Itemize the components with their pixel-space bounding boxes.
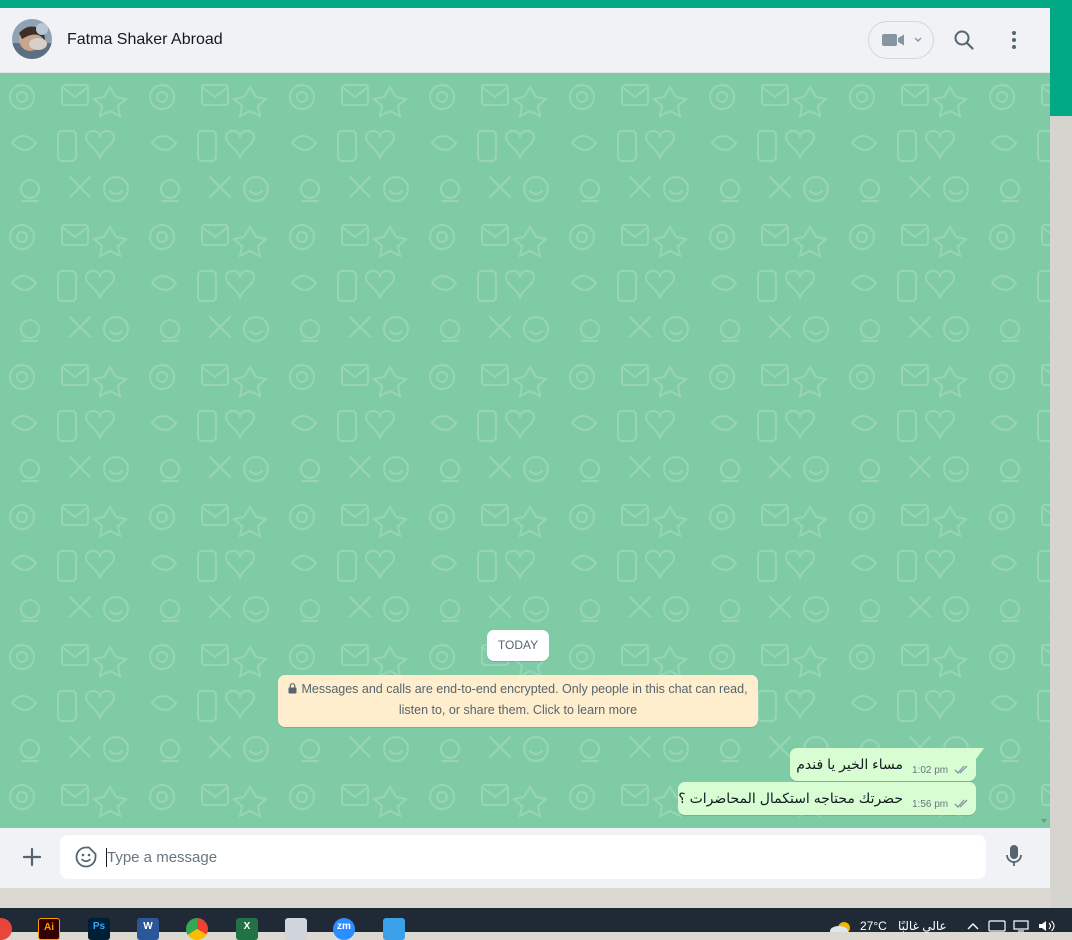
search-icon — [954, 30, 974, 50]
photoshop-taskbar-icon[interactable]: Ps — [88, 918, 110, 940]
message-time: 1:56 pm — [912, 799, 949, 810]
message-text: حضرتك محتاجه استكمال المحاضرات ؟ — [678, 790, 903, 806]
emoji-sticker-icon[interactable] — [74, 845, 98, 869]
weather-temperature[interactable]: 27°C — [860, 919, 887, 933]
chrome-partial-taskbar-icon[interactable] — [0, 918, 12, 940]
message-composer — [0, 828, 1050, 888]
network-icon[interactable] — [1012, 920, 1030, 932]
volume-icon[interactable] — [1038, 920, 1056, 932]
message-text: مساء الخير يا فندم — [796, 756, 903, 772]
encryption-notice-line1: Messages and calls are end-to-end encryp… — [301, 682, 748, 696]
date-divider: TODAY — [487, 630, 549, 661]
search-button[interactable] — [952, 28, 976, 52]
weather-description[interactable]: عالي غالبًا — [898, 919, 947, 933]
photos-taskbar-icon[interactable] — [383, 918, 405, 940]
window-top-accent — [0, 0, 1072, 8]
encryption-notice[interactable]: Messages and calls are end-to-end encryp… — [278, 675, 758, 727]
chevron-up-icon[interactable] — [966, 921, 980, 931]
word-taskbar-icon[interactable]: W — [137, 918, 159, 940]
encryption-notice-line2: listen to, or share them. Click to learn… — [398, 703, 638, 717]
message-input[interactable] — [107, 835, 967, 879]
chat-messages-area[interactable]: TODAY Messages and calls are end-to-end … — [0, 73, 1050, 828]
message-bubble-outgoing[interactable]: مساء الخير يا فندم 1:02 pm — [790, 748, 984, 781]
printer-taskbar-icon[interactable] — [285, 918, 307, 940]
whatsapp-chat-window: Fatma Shaker Abroad TODAY Messages and c… — [0, 8, 1050, 888]
bubble-tail — [976, 748, 984, 759]
lock-icon — [288, 683, 297, 694]
tray-display-icon[interactable] — [988, 920, 1006, 932]
video-camera-icon — [882, 34, 904, 46]
excel-taskbar-icon[interactable]: X — [236, 918, 258, 940]
chrome-taskbar-icon[interactable] — [186, 918, 208, 940]
message-time: 1:02 pm — [912, 765, 949, 776]
kebab-menu-icon — [1012, 31, 1016, 49]
message-input-container — [60, 835, 986, 879]
video-call-button[interactable] — [868, 21, 934, 59]
microphone-icon[interactable] — [1004, 844, 1024, 868]
contact-avatar[interactable] — [12, 19, 52, 59]
windows-taskbar: Ai Ps W X zm 27°C عالي غالبًا — [0, 908, 1072, 940]
double-check-icon — [954, 799, 968, 808]
chevron-down-icon — [914, 37, 922, 42]
zoom-taskbar-icon[interactable]: zm — [333, 918, 355, 940]
contact-name[interactable]: Fatma Shaker Abroad — [67, 31, 223, 49]
illustrator-taskbar-icon[interactable]: Ai — [38, 918, 60, 940]
message-bubble-outgoing[interactable]: حضرتك محتاجه استكمال المحاضرات ؟ 1:56 pm — [678, 782, 976, 815]
scroll-down-arrow-icon[interactable] — [1040, 817, 1048, 825]
menu-button[interactable] — [1002, 28, 1026, 52]
attach-plus-icon[interactable] — [20, 845, 44, 869]
chat-header: Fatma Shaker Abroad — [0, 8, 1050, 73]
weather-cloud-icon — [830, 922, 850, 932]
window-right-edge — [1050, 116, 1072, 908]
window-right-accent — [1050, 8, 1072, 116]
double-check-icon — [954, 765, 968, 774]
